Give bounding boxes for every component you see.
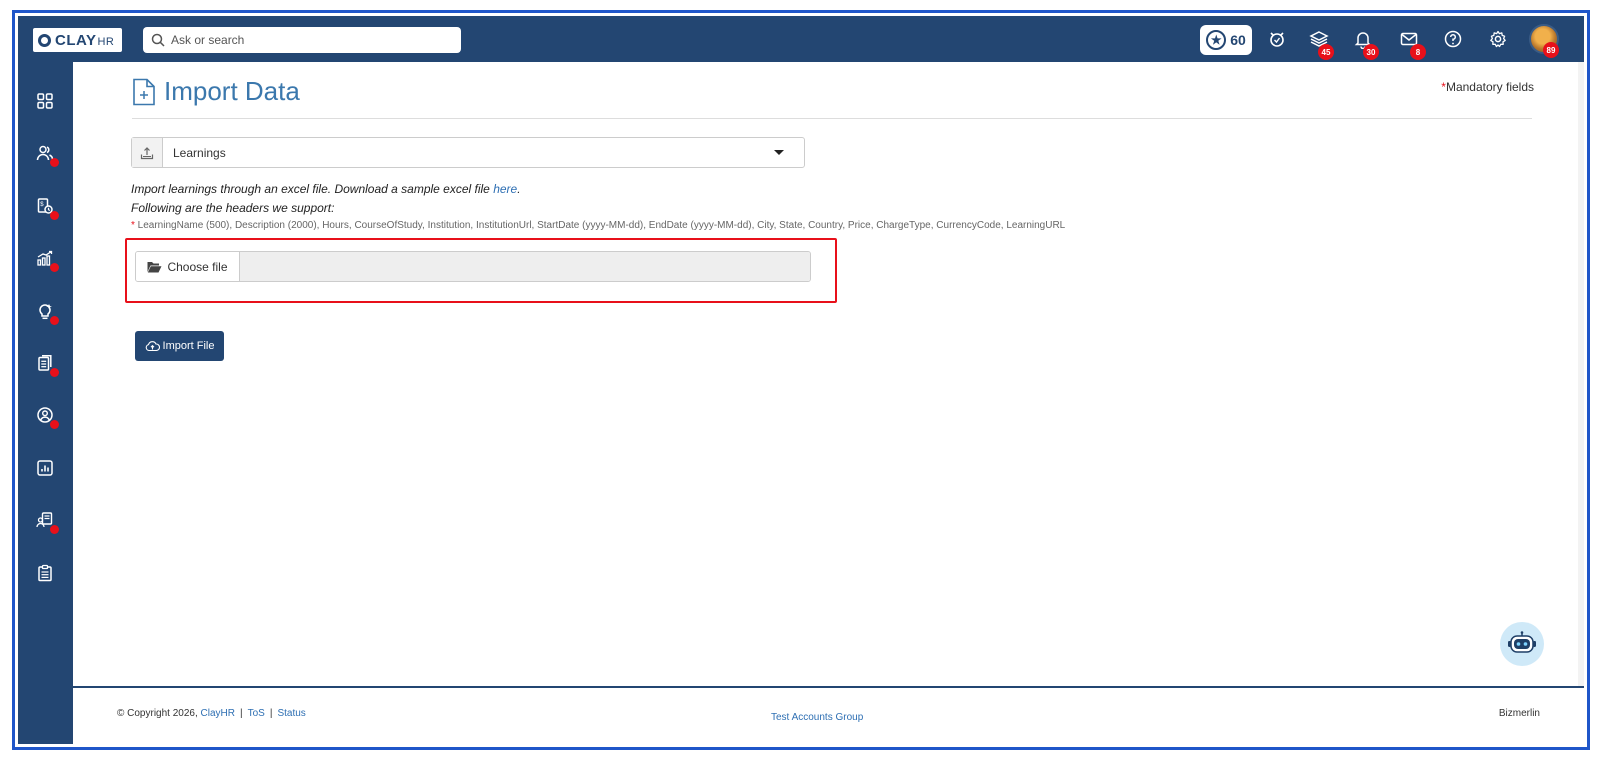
sidebar-alert-dot xyxy=(50,420,59,429)
sidebar-item-checklist[interactable] xyxy=(34,562,56,584)
sidebar-alert-dot xyxy=(50,211,59,220)
mandatory-label: Mandatory fields xyxy=(1445,80,1534,94)
footer-left: © Copyright 2026, ClayHR | ToS | Status xyxy=(117,708,306,719)
choose-file-label: Choose file xyxy=(167,259,228,274)
robot-icon xyxy=(1508,631,1536,653)
search-input[interactable] xyxy=(171,33,451,47)
sidebar-alert-dot xyxy=(50,158,59,167)
choose-file-button[interactable]: Choose file xyxy=(136,252,240,281)
grid-icon xyxy=(37,93,53,109)
status-link[interactable]: Status xyxy=(277,708,305,719)
sidebar-alert-dot xyxy=(50,368,59,377)
import-type-select[interactable]: Learnings xyxy=(131,137,805,168)
cloud-upload-icon xyxy=(145,341,160,352)
points-count: 60 xyxy=(1230,32,1246,48)
supported-headers: * LearningName (500), Description (2000)… xyxy=(131,220,1066,231)
logo-sub-text: HR xyxy=(97,35,115,48)
clipboard-icon xyxy=(38,564,52,582)
sidebar-item-dashboard[interactable] xyxy=(34,90,56,112)
top-bar: CLAY HR ★ 60 45 30 8 xyxy=(18,16,1584,62)
sidebar-alert-dot xyxy=(50,525,59,534)
search-icon xyxy=(151,33,165,47)
import-instructions: Import learnings through an excel file. … xyxy=(131,182,521,196)
import-file-label: Import File xyxy=(162,340,215,352)
footer: © Copyright 2026, ClayHR | ToS | Status Test… xyxy=(73,686,1584,744)
footer-separator: | xyxy=(239,708,243,719)
import-type-value: Learnings xyxy=(173,145,226,160)
bar-chart-icon xyxy=(37,460,53,476)
test-accounts-group-link[interactable]: Test Accounts Group xyxy=(771,712,863,723)
logo-mark-icon xyxy=(38,33,51,47)
alarm-clock-icon xyxy=(1270,32,1284,47)
sidebar-item-performance[interactable] xyxy=(34,247,59,272)
headers-list: LearningName (500), Description (2000), … xyxy=(137,220,1066,231)
folder-open-icon xyxy=(147,262,162,273)
headers-title: Following are the headers we support: xyxy=(131,201,335,215)
help-icon xyxy=(1444,30,1462,48)
alarm-clock-button[interactable] xyxy=(1266,28,1288,50)
search-bar[interactable] xyxy=(143,27,461,53)
star-icon: ★ xyxy=(1206,30,1227,50)
settings-button[interactable] xyxy=(1487,28,1509,50)
page-title: Import Data xyxy=(132,76,300,107)
upload-tray-icon xyxy=(132,138,163,167)
mandatory-note: *Mandatory fields xyxy=(1441,80,1534,94)
sidebar-item-ideas[interactable] xyxy=(34,300,59,325)
sidebar: $ xyxy=(18,62,73,744)
import-file-icon xyxy=(133,78,155,105)
title-divider xyxy=(132,118,1532,119)
sidebar-alert-dot xyxy=(50,263,59,272)
main-content: Import Data *Mandatory fields Learnings … xyxy=(73,62,1584,686)
sidebar-item-time-tracking[interactable]: $ xyxy=(34,195,59,220)
clayhr-logo[interactable]: CLAY HR xyxy=(33,28,122,52)
screenshot-frame: CLAY HR ★ 60 45 30 8 xyxy=(12,10,1590,750)
avatar-badge: 89 xyxy=(1543,42,1559,58)
clayhr-link[interactable]: ClayHR xyxy=(201,708,235,719)
footer-center: Test Accounts Group xyxy=(771,712,863,723)
file-input-group[interactable]: Choose file xyxy=(135,251,811,282)
layers-badge: 45 xyxy=(1318,44,1334,60)
messages-badge: 8 xyxy=(1410,44,1426,60)
import-file-button[interactable]: Import File xyxy=(135,331,224,361)
notifications-badge: 30 xyxy=(1363,44,1379,60)
tos-link[interactable]: ToS xyxy=(248,708,265,719)
page-title-text: Import Data xyxy=(164,76,300,106)
sidebar-item-recruiting[interactable] xyxy=(34,509,59,534)
instructions-text: Import learnings through an excel file. … xyxy=(131,182,494,196)
instructions-end: . xyxy=(517,182,521,196)
selected-file-name[interactable] xyxy=(240,252,810,281)
sidebar-alert-dot xyxy=(50,316,59,325)
vertical-scrollbar[interactable] xyxy=(1578,62,1584,686)
copyright-text: © Copyright 2026, xyxy=(117,708,201,719)
chevron-down-icon xyxy=(774,150,784,155)
footer-right-text: Bizmerlin xyxy=(1498,708,1540,719)
sidebar-item-people[interactable] xyxy=(34,142,59,167)
points-button[interactable]: ★ 60 xyxy=(1200,25,1252,55)
app-window: CLAY HR ★ 60 45 30 8 xyxy=(18,16,1584,744)
svg-text:$: $ xyxy=(40,202,44,208)
sidebar-item-documents[interactable] xyxy=(34,352,59,377)
chatbot-button[interactable] xyxy=(1500,622,1544,666)
sidebar-item-reports[interactable] xyxy=(34,457,56,479)
footer-separator: | xyxy=(269,708,273,719)
gear-icon xyxy=(1490,30,1506,48)
sample-file-link[interactable]: here xyxy=(493,182,517,196)
help-button[interactable] xyxy=(1442,28,1464,50)
logo-text: CLAY xyxy=(55,31,97,49)
sidebar-item-profile[interactable] xyxy=(34,404,59,429)
